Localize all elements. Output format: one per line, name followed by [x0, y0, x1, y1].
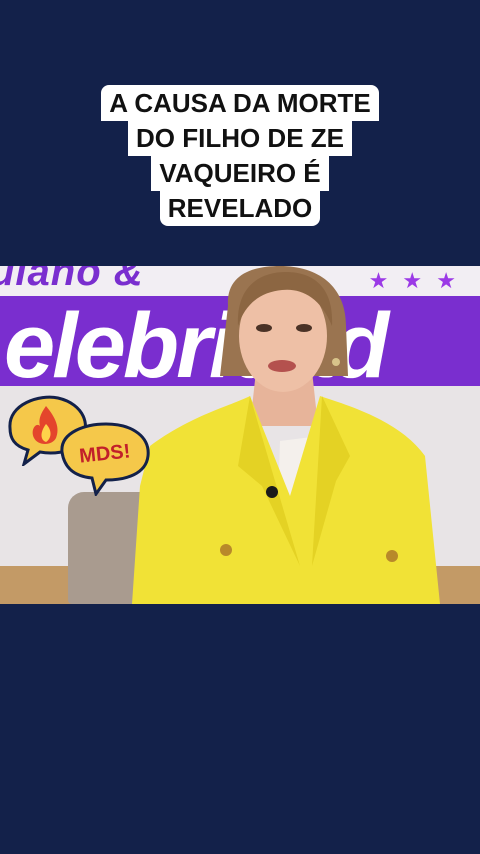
- presenter-mouth: [268, 360, 296, 372]
- caption-line-1: A CAUSA DA MORTE: [101, 85, 379, 121]
- presenter-earring: [332, 358, 340, 366]
- caption-line-3: VAQUEIRO É: [151, 155, 329, 191]
- caption-line-2: DO FILHO DE ZE: [128, 120, 352, 156]
- jacket-button-2: [386, 550, 398, 562]
- presenter-jacket: [132, 396, 440, 604]
- mds-sticker: MDS!: [60, 422, 150, 496]
- presenter-eye-right: [296, 324, 312, 332]
- jacket-button-1: [220, 544, 232, 556]
- caption-box: A CAUSA DA MORTE DO FILHO DE ZE VAQUEIRO…: [0, 85, 480, 226]
- lapel-mic: [266, 486, 278, 498]
- caption-line-4: REVELADO: [159, 190, 321, 226]
- presenter-eye-left: [256, 324, 272, 332]
